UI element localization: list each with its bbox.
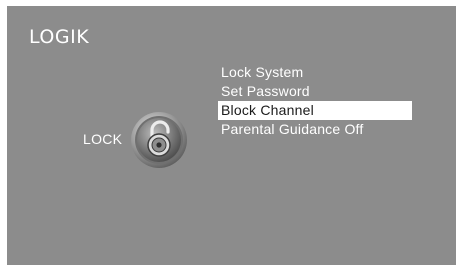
- tv-menu-screen: LOGIK LOCK Lock System Set Password Bloc…: [7, 6, 456, 265]
- menu-item-lock-system[interactable]: Lock System: [218, 63, 412, 82]
- section-label: LOCK: [83, 131, 123, 147]
- menu-item-parental-guidance[interactable]: Parental Guidance Off: [218, 120, 412, 139]
- brand-logo: LOGIK: [29, 26, 90, 48]
- lock-menu: Lock System Set Password Block Channel P…: [218, 63, 412, 139]
- padlock-icon: [131, 112, 187, 168]
- menu-item-block-channel[interactable]: Block Channel: [218, 101, 412, 120]
- menu-item-set-password[interactable]: Set Password: [218, 82, 412, 101]
